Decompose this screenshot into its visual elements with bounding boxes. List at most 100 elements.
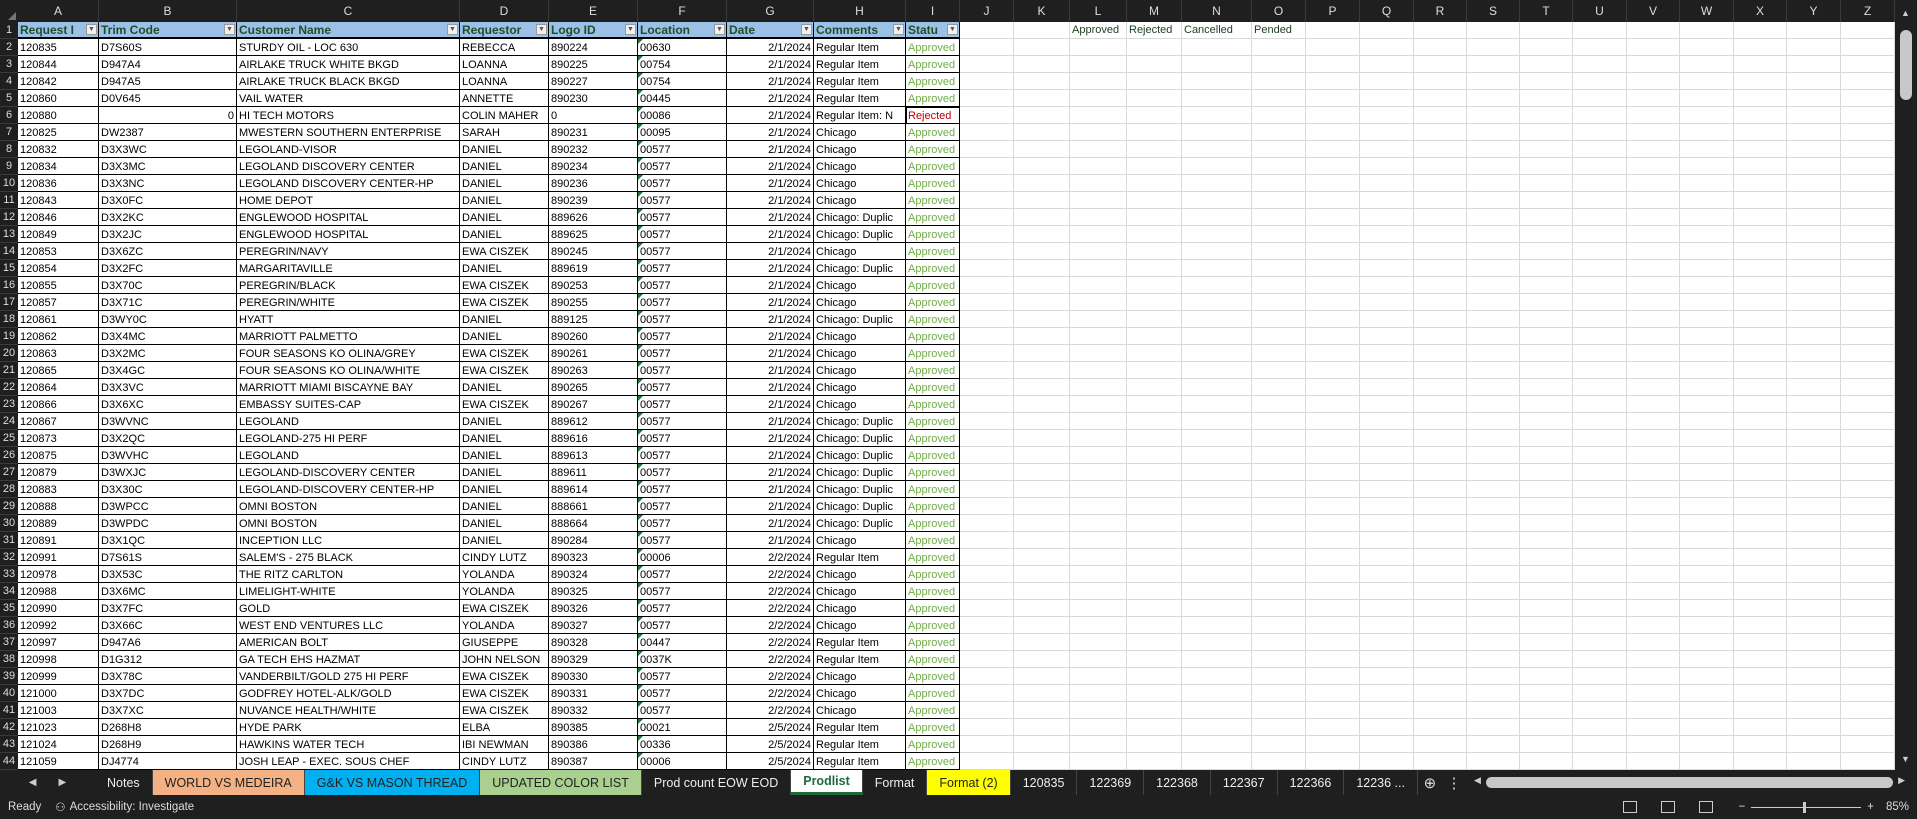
- date-cell[interactable]: 2/2/2024: [727, 617, 814, 634]
- logo-id-cell[interactable]: 890265: [549, 379, 638, 396]
- cell[interactable]: [1520, 345, 1573, 362]
- cell[interactable]: [1306, 753, 1360, 770]
- column-header-U[interactable]: U: [1573, 0, 1627, 22]
- date-cell[interactable]: 2/1/2024: [727, 328, 814, 345]
- cell[interactable]: [1014, 753, 1070, 770]
- cell[interactable]: [1306, 22, 1360, 39]
- requestor-cell[interactable]: DANIEL: [460, 498, 549, 515]
- cell[interactable]: [1787, 634, 1841, 651]
- cell[interactable]: [960, 56, 1014, 73]
- cell[interactable]: [1680, 736, 1734, 753]
- cell[interactable]: [1841, 311, 1895, 328]
- date-cell[interactable]: 2/1/2024: [727, 498, 814, 515]
- cell[interactable]: [1414, 73, 1467, 90]
- cell[interactable]: [1360, 447, 1414, 464]
- normal-view-icon[interactable]: [1622, 801, 1637, 813]
- cell[interactable]: [1127, 56, 1182, 73]
- zoom-in-icon[interactable]: +: [1867, 801, 1874, 813]
- cell[interactable]: [1841, 141, 1895, 158]
- cell[interactable]: [1787, 413, 1841, 430]
- cell[interactable]: [1127, 379, 1182, 396]
- cell[interactable]: [1467, 107, 1520, 124]
- location-cell[interactable]: 00577: [638, 277, 727, 294]
- cell[interactable]: [1520, 549, 1573, 566]
- row-header[interactable]: 2: [0, 39, 18, 56]
- cell[interactable]: [1841, 22, 1895, 39]
- cell[interactable]: [1182, 56, 1252, 73]
- cell[interactable]: [1182, 294, 1252, 311]
- cell[interactable]: [1627, 379, 1680, 396]
- cell[interactable]: [1127, 124, 1182, 141]
- cell[interactable]: [1467, 158, 1520, 175]
- filter-dropdown-icon[interactable]: ▼: [893, 24, 904, 35]
- cell[interactable]: [1680, 719, 1734, 736]
- date-cell[interactable]: 2/2/2024: [727, 702, 814, 719]
- location-cell[interactable]: 00577: [638, 566, 727, 583]
- cell[interactable]: [1070, 498, 1127, 515]
- cell[interactable]: [1182, 566, 1252, 583]
- more-options-icon[interactable]: ⋮: [1442, 770, 1466, 795]
- cell[interactable]: [1787, 209, 1841, 226]
- cell[interactable]: [960, 617, 1014, 634]
- cell[interactable]: [1252, 532, 1306, 549]
- cell[interactable]: [1841, 668, 1895, 685]
- customer-name-cell[interactable]: LEGOLAND-DISCOVERY CENTER: [237, 464, 460, 481]
- cell[interactable]: [1520, 277, 1573, 294]
- cell[interactable]: [1252, 243, 1306, 260]
- request-id-cell[interactable]: 120990: [18, 600, 99, 617]
- date-cell[interactable]: 2/5/2024: [727, 736, 814, 753]
- requestor-cell[interactable]: DANIEL: [460, 515, 549, 532]
- cell[interactable]: [1734, 294, 1787, 311]
- cell[interactable]: [1182, 719, 1252, 736]
- cell[interactable]: [1841, 226, 1895, 243]
- requestor-cell[interactable]: ELBA: [460, 719, 549, 736]
- sheet-tab[interactable]: 122367: [1211, 770, 1278, 795]
- cell[interactable]: [1182, 396, 1252, 413]
- cell[interactable]: [1182, 702, 1252, 719]
- cell[interactable]: [1680, 243, 1734, 260]
- trim-code-cell[interactable]: D947A4: [99, 56, 237, 73]
- scroll-down-icon[interactable]: ▼: [1901, 754, 1910, 764]
- zoom-level[interactable]: 85%: [1886, 801, 1909, 813]
- cell[interactable]: [1734, 141, 1787, 158]
- comments-cell[interactable]: Chicago: [814, 328, 906, 345]
- cell[interactable]: [1360, 481, 1414, 498]
- date-cell[interactable]: 2/2/2024: [727, 651, 814, 668]
- scroll-right-icon[interactable]: ▶: [1898, 775, 1905, 786]
- customer-name-cell[interactable]: HI TECH MOTORS: [237, 107, 460, 124]
- logo-id-cell[interactable]: 889625: [549, 226, 638, 243]
- cell[interactable]: [1252, 345, 1306, 362]
- trim-code-cell[interactable]: D7S60S: [99, 39, 237, 56]
- location-cell[interactable]: 00577: [638, 600, 727, 617]
- cell[interactable]: [1252, 464, 1306, 481]
- cell[interactable]: [1467, 719, 1520, 736]
- cell[interactable]: [1573, 124, 1627, 141]
- cell[interactable]: [1360, 668, 1414, 685]
- cell[interactable]: [1127, 617, 1182, 634]
- cell[interactable]: [1680, 311, 1734, 328]
- cell[interactable]: [1252, 481, 1306, 498]
- cell[interactable]: [1414, 702, 1467, 719]
- location-cell[interactable]: 00754: [638, 73, 727, 90]
- cell[interactable]: [1414, 566, 1467, 583]
- cell[interactable]: [1182, 311, 1252, 328]
- cell[interactable]: [1841, 413, 1895, 430]
- cell[interactable]: [1252, 413, 1306, 430]
- cell[interactable]: [1467, 634, 1520, 651]
- cell[interactable]: [1014, 600, 1070, 617]
- trim-code-cell[interactable]: D3X53C: [99, 566, 237, 583]
- comments-cell[interactable]: Chicago: [814, 600, 906, 617]
- comments-cell[interactable]: Chicago: [814, 124, 906, 141]
- cell[interactable]: [1520, 498, 1573, 515]
- trim-code-cell[interactable]: D3X3WC: [99, 141, 237, 158]
- row-header[interactable]: 41: [0, 702, 18, 719]
- comments-cell[interactable]: Chicago: Duplic: [814, 260, 906, 277]
- request-id-cell[interactable]: 120857: [18, 294, 99, 311]
- requestor-cell[interactable]: DANIEL: [460, 141, 549, 158]
- cell[interactable]: [1573, 141, 1627, 158]
- cell[interactable]: [1573, 447, 1627, 464]
- comments-cell[interactable]: Regular Item: N: [814, 107, 906, 124]
- cell[interactable]: [1573, 73, 1627, 90]
- requestor-cell[interactable]: DANIEL: [460, 464, 549, 481]
- cell[interactable]: [1182, 379, 1252, 396]
